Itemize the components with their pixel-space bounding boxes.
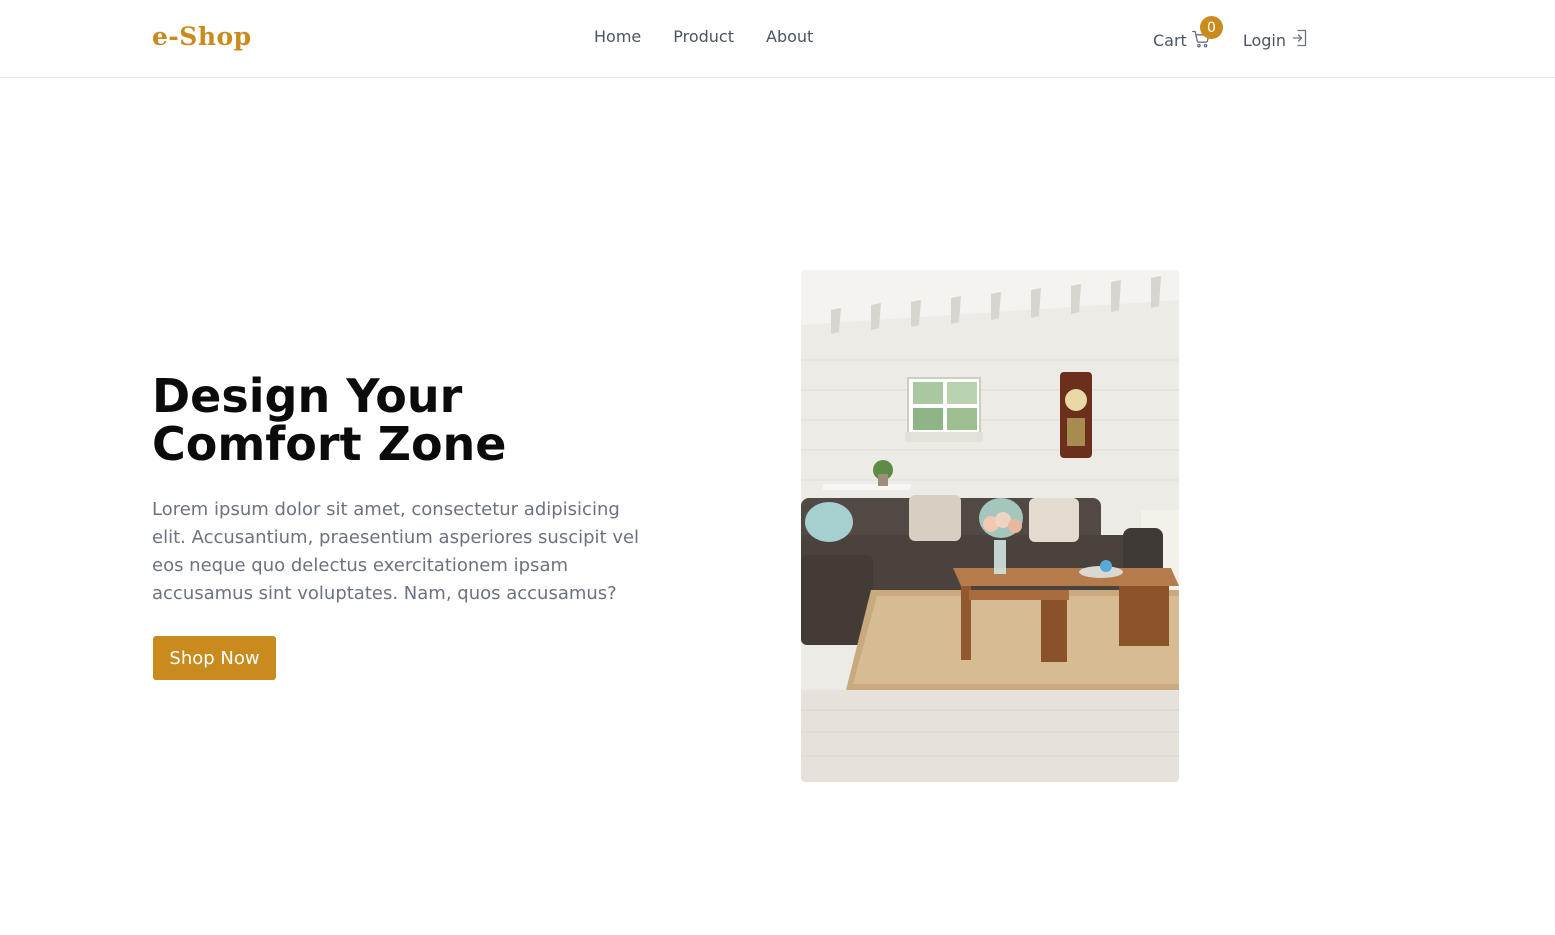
shop-now-button[interactable]: Shop Now <box>153 636 276 680</box>
main-nav: Home Product About <box>594 27 813 46</box>
cart-count-badge: 0 <box>1200 16 1223 39</box>
nav-about-link[interactable]: About <box>766 27 813 46</box>
hero-description: Lorem ipsum dolor sit amet, consectetur … <box>152 499 640 604</box>
hero-image <box>801 270 1179 782</box>
nav-product-link[interactable]: Product <box>673 27 734 46</box>
cart-link[interactable]: Cart 0 <box>1153 16 1223 53</box>
login-link[interactable]: Login <box>1243 29 1308 51</box>
login-icon <box>1286 29 1308 51</box>
user-nav: Cart 0 Login <box>1153 16 1308 53</box>
logo[interactable]: e-Shop <box>152 22 252 51</box>
hero-title: Design Your Comfort Zone <box>152 369 507 471</box>
cart-label: Cart <box>1153 30 1187 50</box>
login-label: Login <box>1242 30 1286 50</box>
nav-home-link[interactable]: Home <box>594 27 641 46</box>
site-header: e-Shop Home Product About Cart 0 Login <box>0 0 1555 78</box>
